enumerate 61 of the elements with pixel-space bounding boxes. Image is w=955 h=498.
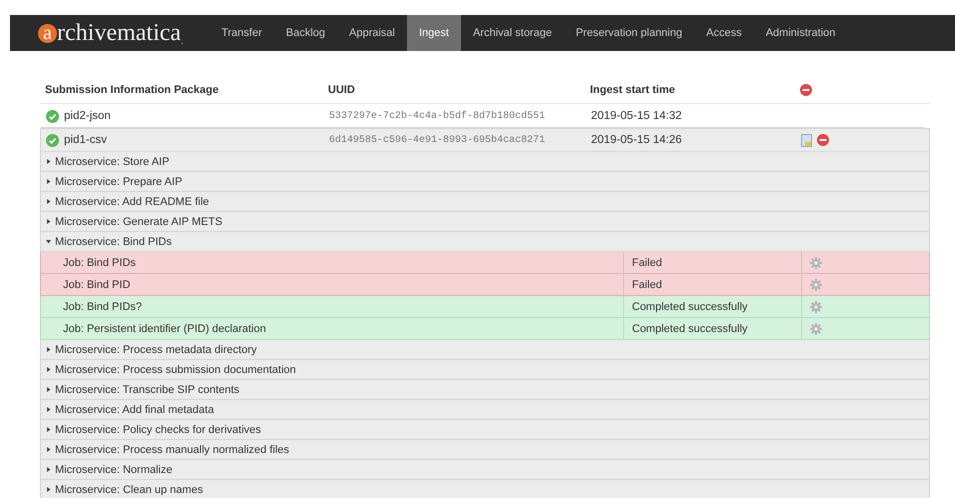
microservice-label: Microservice: Process manually normalized files	[55, 444, 290, 456]
uuid-text: 6d149585-c596-4e91-8993-695b4cac8271	[329, 134, 546, 146]
gear-icon[interactable]	[810, 300, 822, 312]
microservice-row[interactable]: Microservice: Clean up names	[40, 480, 930, 498]
microservice-row[interactable]: Microservice: Bind PIDs	[40, 232, 930, 252]
microservice-row[interactable]: Microservice: Process submission documentation	[40, 360, 930, 380]
gear-icon[interactable]	[810, 256, 822, 268]
gear-icon[interactable]	[810, 278, 822, 290]
microservice-row[interactable]: Microservice: Process metadata directory	[40, 340, 930, 360]
microservice-label: Microservice: Normalize	[55, 464, 172, 476]
microservice-row[interactable]: Microservice: Add README file	[40, 192, 930, 212]
remove-icon[interactable]	[817, 134, 829, 146]
microservice-label: Microservice: Clean up names	[55, 484, 203, 496]
success-icon	[46, 134, 59, 146]
package-row[interactable]: pid1-csv 6d149585-c596-4e91-8993-695b4cac8271 2019-05-15 14:26	[40, 128, 930, 152]
nav-tab[interactable]: Administration	[754, 15, 848, 51]
nav-tab[interactable]: Preservation planning	[564, 15, 694, 51]
microservice-row[interactable]: Microservice: Process manually normalized files	[40, 440, 930, 460]
microservice-label: Microservice: Generate AIP METS	[55, 216, 222, 228]
microservice-row[interactable]: Microservice: Normalize	[40, 460, 930, 480]
job-label: Job: Persistent identifier (PID) declaration	[41, 318, 624, 339]
nav-tab[interactable]: Transfer	[209, 15, 274, 51]
nav-tab[interactable]: Backlog	[274, 15, 338, 51]
microservice-label: Microservice: Add final metadata	[55, 404, 214, 416]
job-label: Job: Bind PIDs	[41, 252, 624, 273]
uuid-text: 5337297e-7c2b-4c4a-b5df-8d7b180cd551	[329, 110, 546, 122]
remove-icon[interactable]	[800, 84, 812, 96]
microservice-label: Microservice: Prepare AIP	[55, 176, 182, 188]
job-status: Failed	[624, 274, 802, 295]
job-status: Completed successfully	[624, 296, 802, 317]
nav-tab[interactable]: Ingest	[406, 15, 461, 51]
microservice-label: Microservice: Policy checks for derivatives	[55, 424, 262, 436]
microservice-row[interactable]: Microservice: Transcribe SIP contents	[40, 380, 930, 400]
nav-tab[interactable]: Archival storage	[460, 15, 564, 51]
microservice-label: Microservice: Add README file	[55, 196, 210, 208]
microservice-label: Microservice: Bind PIDs	[55, 236, 172, 248]
column-header: Ingest start time	[590, 84, 676, 96]
column-header: Submission Information Package	[45, 84, 220, 96]
microservice-label: Microservice: Store AIP	[55, 156, 170, 168]
job-status: Failed	[624, 252, 802, 273]
document-icon[interactable]	[801, 134, 812, 146]
package-name: pid1-csv	[64, 134, 107, 146]
microservice-row[interactable]: Microservice: Store AIP	[40, 152, 930, 172]
microservice-label: Microservice: Transcribe SIP contents	[55, 384, 240, 396]
microservice-row[interactable]: Microservice: Generate AIP METS	[40, 212, 930, 232]
job-label: Job: Bind PID	[41, 274, 624, 295]
job-label: Job: Bind PIDs?	[41, 296, 624, 317]
start-time: 2019-05-15 14:32	[591, 110, 683, 122]
success-icon	[46, 110, 59, 122]
microservice-label: Microservice: Process metadata directory	[55, 344, 257, 356]
start-time: 2019-05-15 14:26	[591, 134, 683, 146]
nav-tab[interactable]: Appraisal	[337, 15, 407, 51]
gear-icon[interactable]	[810, 322, 822, 334]
microservice-label: Microservice: Process submission documentation	[55, 364, 296, 376]
microservice-row[interactable]: Microservice: Prepare AIP	[40, 172, 930, 192]
job-status: Completed successfully	[624, 318, 802, 339]
microservice-row[interactable]: Microservice: Add final metadata	[40, 400, 930, 420]
package-name: pid2-json	[64, 110, 111, 122]
column-header: UUID	[328, 84, 356, 96]
microservice-row[interactable]: Microservice: Policy checks for derivatives	[40, 420, 930, 440]
nav-tab[interactable]: Access	[694, 15, 754, 51]
